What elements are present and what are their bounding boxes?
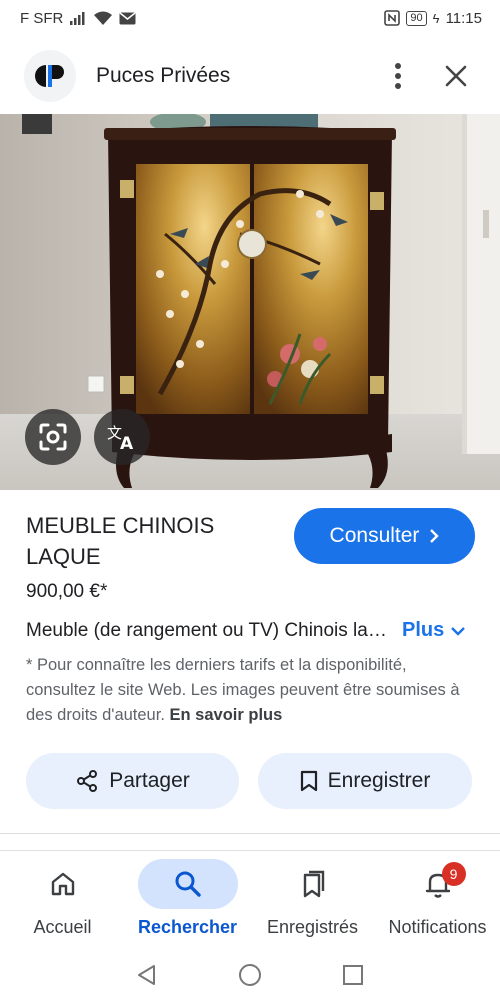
- learn-more-link[interactable]: En savoir plus: [170, 706, 283, 724]
- battery-indicator: 90: [406, 10, 427, 26]
- consult-label: Consulter: [329, 524, 420, 547]
- header: Puces Privées: [0, 40, 500, 112]
- description-row: Meuble (de rangement ou TV) Chinois laqu…: [26, 619, 476, 642]
- bookmark-icon: [300, 770, 317, 792]
- notification-badge: 9: [441, 862, 466, 886]
- disclaimer-note: * Pour connaître les derniers tarifs et …: [26, 653, 478, 728]
- product-image[interactable]: 文 A: [0, 114, 500, 490]
- nav-item-saved[interactable]: Enregistrés: [250, 859, 375, 949]
- bottom-nav: Accueil Rechercher Enregistrés 9 Notific…: [0, 850, 500, 950]
- search-icon: [137, 859, 238, 909]
- nav-label-saved: Enregistrés: [266, 917, 359, 937]
- nav-item-home[interactable]: Accueil: [0, 859, 125, 949]
- nav-item-notifications[interactable]: 9 Notifications: [375, 859, 500, 949]
- system-nav-bar: [0, 950, 500, 1000]
- nav-label-home: Accueil: [33, 917, 92, 937]
- close-icon[interactable]: [436, 56, 476, 96]
- more-button[interactable]: Plus: [402, 619, 466, 642]
- product-title: MEUBLE CHINOIS LAQUE: [26, 513, 215, 569]
- wifi-icon: [94, 11, 113, 25]
- bell-icon: 9: [388, 859, 488, 909]
- nfc-icon: [384, 10, 401, 26]
- share-icon: [77, 770, 98, 792]
- status-right: 90 ϟ 11:15: [384, 10, 482, 27]
- saved-icon: [263, 859, 363, 909]
- consult-button[interactable]: Consulter: [294, 508, 475, 564]
- carrier-label: F SFR: [20, 9, 64, 27]
- translate-icon[interactable]: 文 A: [94, 409, 150, 465]
- more-label: Plus: [402, 619, 445, 641]
- divider: [0, 833, 500, 834]
- nav-label-notifications: Notifications: [388, 917, 487, 937]
- site-title: Puces Privées: [96, 64, 231, 87]
- status-left: F SFR: [20, 10, 136, 27]
- charging-icon: ϟ: [432, 10, 440, 26]
- back-icon[interactable]: [136, 964, 158, 986]
- recents-icon[interactable]: [342, 964, 364, 986]
- mail-icon: [119, 11, 136, 24]
- signal-icon: [70, 12, 85, 25]
- status-bar: F SFR 90 ϟ 11:15: [0, 0, 500, 36]
- save-label: Enregistrer: [327, 769, 431, 792]
- home-icon: [13, 859, 113, 909]
- share-label: Partager: [109, 769, 190, 792]
- clock: 11:15: [445, 9, 482, 27]
- more-vert-icon[interactable]: [378, 56, 418, 96]
- nav-label-search: Rechercher: [137, 917, 238, 937]
- product-price: 900,00 €*: [26, 581, 108, 602]
- lens-icon[interactable]: [25, 409, 81, 465]
- svg-text:A: A: [120, 434, 134, 452]
- nav-item-search[interactable]: Rechercher: [125, 859, 250, 949]
- chevron-down-icon: [451, 626, 466, 636]
- save-button[interactable]: Enregistrer: [258, 753, 472, 809]
- site-logo-icon: [24, 50, 76, 102]
- product-description: Meuble (de rangement ou TV) Chinois laqu…: [26, 619, 394, 641]
- share-button[interactable]: Partager: [26, 753, 239, 809]
- chevron-right-icon: [430, 529, 440, 543]
- home-nav-icon[interactable]: [238, 963, 262, 987]
